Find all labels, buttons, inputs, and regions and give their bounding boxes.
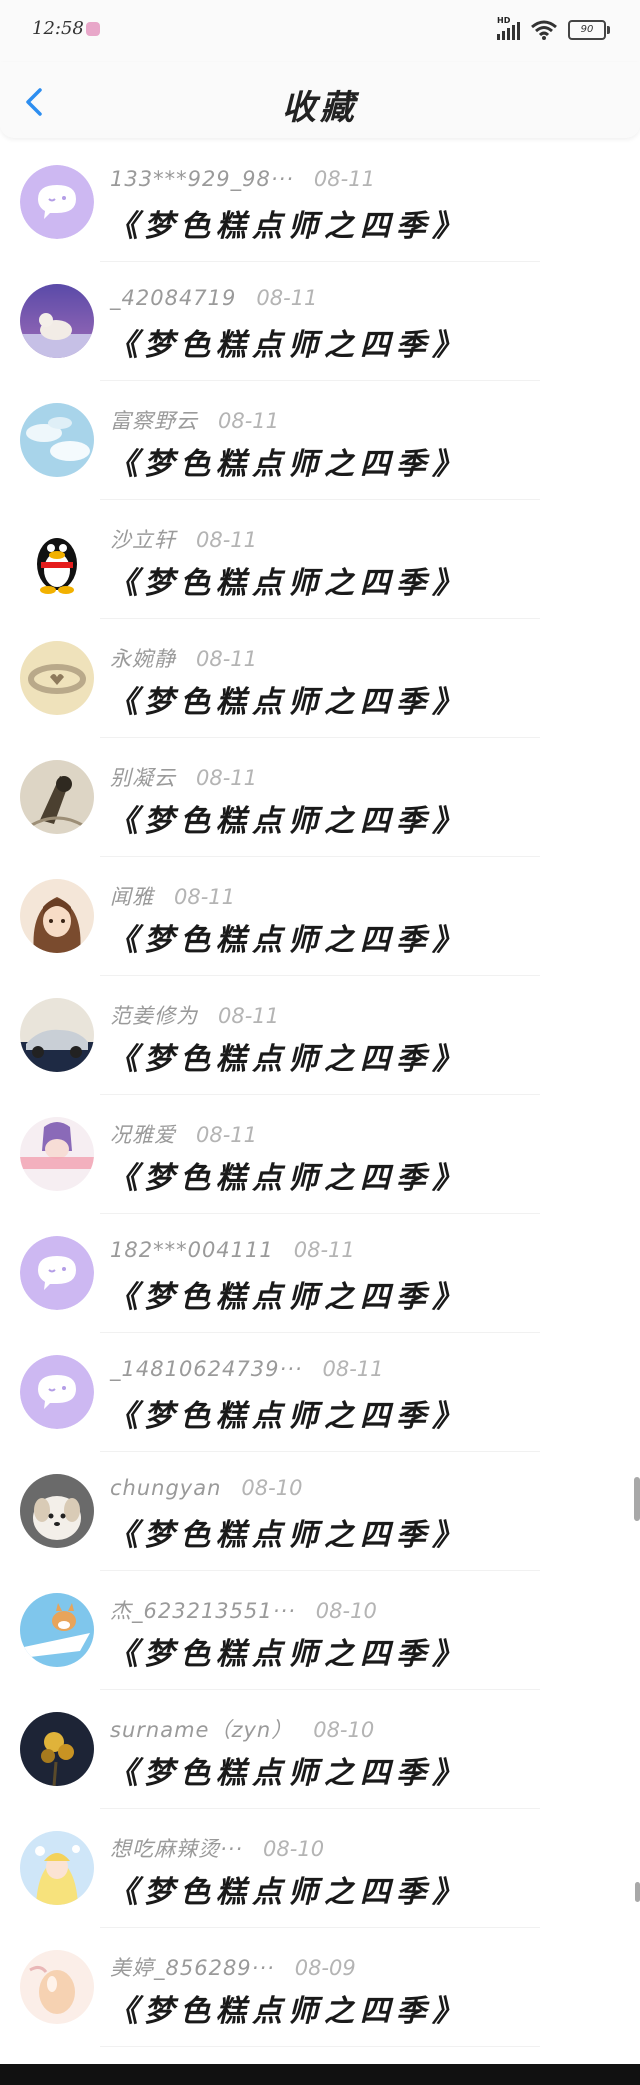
collected-title: 《梦色糕点师之四季》: [108, 804, 468, 839]
user-name: 杰_623213551···: [110, 1599, 296, 1623]
item-date: 08-10: [241, 1476, 303, 1500]
user-name: 范姜修为: [110, 1004, 198, 1028]
item-date: 08-11: [256, 286, 318, 310]
list-item[interactable]: 范姜修为 08-11 《梦色糕点师之四季》: [0, 976, 640, 1095]
collected-title: 《梦色糕点师之四季》: [108, 1637, 468, 1672]
user-avatar[interactable]: [20, 998, 94, 1072]
user-name: 133***929_98···: [110, 167, 294, 191]
list-item[interactable]: 美婷_856289··· 08-09 《梦色糕点师之四季》: [0, 1928, 640, 2047]
user-name: 况雅爱: [110, 1123, 176, 1147]
app-header: 收藏: [0, 62, 640, 138]
collected-title: 《梦色糕点师之四季》: [108, 1756, 468, 1791]
user-avatar[interactable]: [20, 1593, 94, 1667]
user-avatar[interactable]: [20, 879, 94, 953]
system-navigation-bar: [0, 2064, 640, 2085]
scrollbar-marker: [635, 1882, 640, 1902]
user-avatar[interactable]: [20, 165, 94, 239]
list-item[interactable]: 永婉静 08-11 《梦色糕点师之四季》: [0, 619, 640, 738]
collected-title: 《梦色糕点师之四季》: [108, 1042, 468, 1077]
collected-title: 《梦色糕点师之四季》: [108, 566, 468, 601]
collected-title: 《梦色糕点师之四季》: [108, 1399, 468, 1434]
collected-title: 《梦色糕点师之四季》: [108, 1161, 468, 1196]
user-name: _42084719: [110, 286, 237, 310]
item-date: 08-11: [313, 167, 375, 191]
list-item[interactable]: 沙立轩 08-11 《梦色糕点师之四季》: [0, 500, 640, 619]
user-avatar[interactable]: [20, 760, 94, 834]
status-time: 12:58: [32, 18, 84, 39]
wifi-icon: [531, 20, 557, 40]
status-bar: 12:58 HD 90: [0, 0, 640, 62]
list-item[interactable]: 杰_623213551··· 08-10 《梦色糕点师之四季》: [0, 1571, 640, 1690]
collected-title: 《梦色糕点师之四季》: [108, 328, 468, 363]
user-avatar[interactable]: [20, 1236, 94, 1310]
item-date: 08-11: [174, 885, 236, 909]
collected-title: 《梦色糕点师之四季》: [108, 209, 468, 244]
user-name: 闻雅: [110, 885, 154, 909]
user-name: _14810624739···: [110, 1357, 303, 1381]
user-avatar[interactable]: [20, 1117, 94, 1191]
list-item[interactable]: 闻雅 08-11 《梦色糕点师之四季》: [0, 857, 640, 976]
collected-title: 《梦色糕点师之四季》: [108, 1518, 468, 1553]
list-item[interactable]: _42084719 08-11 《梦色糕点师之四季》: [0, 262, 640, 381]
user-avatar[interactable]: [20, 1712, 94, 1786]
list-item[interactable]: _14810624739··· 08-11 《梦色糕点师之四季》: [0, 1333, 640, 1452]
collected-title: 《梦色糕点师之四季》: [108, 685, 468, 720]
user-avatar[interactable]: [20, 1474, 94, 1548]
item-date: 08-10: [263, 1837, 325, 1861]
user-name: 富察野云: [110, 409, 198, 433]
collected-title: 《梦色糕点师之四季》: [108, 923, 468, 958]
user-name: 别凝云: [110, 766, 176, 790]
item-date: 08-11: [218, 409, 280, 433]
user-avatar[interactable]: [20, 403, 94, 477]
signal-icon: HD: [497, 16, 520, 40]
item-date: 08-11: [218, 1004, 280, 1028]
user-avatar[interactable]: [20, 284, 94, 358]
item-date: 08-11: [196, 647, 258, 671]
scrollbar-thumb[interactable]: [634, 1477, 640, 1521]
user-name: 想吃麻辣烫···: [110, 1837, 244, 1861]
network-type-label: HD: [497, 16, 511, 25]
user-name: 美婷_856289···: [110, 1956, 275, 1980]
divider: [100, 2046, 540, 2047]
item-date: 08-11: [196, 766, 258, 790]
status-indicators: HD 90: [497, 16, 610, 42]
page-title: 收藏: [282, 88, 358, 128]
item-date: 08-11: [293, 1238, 355, 1262]
user-name: surname（zyn）: [110, 1718, 294, 1742]
user-name: 182***004111: [110, 1238, 274, 1262]
collected-title: 《梦色糕点师之四季》: [108, 447, 468, 482]
list-item[interactable]: 富察野云 08-11 《梦色糕点师之四季》: [0, 381, 640, 500]
item-date: 08-10: [313, 1718, 375, 1742]
user-avatar[interactable]: [20, 1355, 94, 1429]
user-avatar[interactable]: [20, 1831, 94, 1905]
list-item[interactable]: 133***929_98··· 08-11 《梦色糕点师之四季》: [0, 143, 640, 262]
user-avatar[interactable]: [20, 522, 94, 596]
notification-app-icon: [86, 22, 100, 36]
user-avatar[interactable]: [20, 641, 94, 715]
item-date: 08-11: [196, 1123, 258, 1147]
battery-icon: 90: [568, 20, 610, 40]
user-name: 沙立轩: [110, 528, 176, 552]
list-item[interactable]: 182***004111 08-11 《梦色糕点师之四季》: [0, 1214, 640, 1333]
item-date: 08-10: [315, 1599, 377, 1623]
battery-level: 90: [580, 24, 594, 35]
item-date: 08-11: [196, 528, 258, 552]
list-item[interactable]: 别凝云 08-11 《梦色糕点师之四季》: [0, 738, 640, 857]
collected-title: 《梦色糕点师之四季》: [108, 1994, 468, 2029]
list-item[interactable]: chungyan 08-10 《梦色糕点师之四季》: [0, 1452, 640, 1571]
collected-title: 《梦色糕点师之四季》: [108, 1875, 468, 1910]
list-item[interactable]: 想吃麻辣烫··· 08-10 《梦色糕点师之四季》: [0, 1809, 640, 1928]
list-item[interactable]: surname（zyn） 08-10 《梦色糕点师之四季》: [0, 1690, 640, 1809]
user-name: chungyan: [110, 1476, 222, 1500]
list-item[interactable]: 况雅爱 08-11 《梦色糕点师之四季》: [0, 1095, 640, 1214]
item-date: 08-09: [294, 1956, 356, 1980]
user-name: 永婉静: [110, 647, 176, 671]
item-date: 08-11: [322, 1357, 384, 1381]
collected-title: 《梦色糕点师之四季》: [108, 1280, 468, 1315]
user-avatar[interactable]: [20, 1950, 94, 2024]
